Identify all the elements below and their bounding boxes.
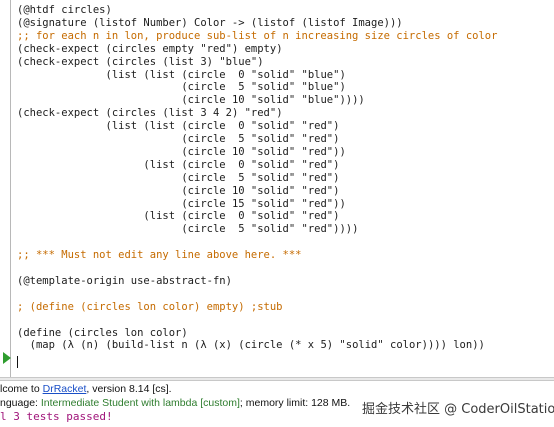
language-line: nguage: Intermediate Student with lambda… — [0, 396, 350, 410]
code-token: ) — [339, 68, 346, 81]
code-token: "solid" — [250, 171, 296, 184]
code-token: (define (circles lon color) — [17, 326, 188, 339]
code-token: (circle — [17, 184, 232, 197]
code-token: 10 — [231, 145, 245, 158]
code-line[interactable]: ; (define (circles lon color) empty) ;st… — [17, 300, 283, 315]
code-token: ) — [206, 55, 220, 68]
code-token: "blue" — [301, 81, 340, 94]
code-token: "red" — [301, 210, 334, 223]
code-token: (list (list (circle — [17, 68, 239, 81]
code-token: 15 — [231, 197, 245, 210]
code-line[interactable]: ;; *** Must not edit any line above here… — [17, 248, 301, 263]
code-token: (list (circle — [17, 210, 239, 223]
code-token: (@template-origin use-abstract-fn) — [17, 274, 232, 287]
code-token: (list (circle — [17, 158, 239, 171]
code-token: ) empty) — [231, 42, 283, 55]
code-token: "blue" — [219, 55, 258, 68]
code-token: "red" — [301, 171, 334, 184]
code-token: "red" — [301, 133, 334, 145]
code-token: 10 — [231, 94, 245, 107]
welcome-line: lcome to DrRacket, version 8.14 [cs]. — [0, 382, 172, 396]
editor-gutter-divider — [10, 0, 11, 378]
code-line[interactable]: (map (λ (n) (build-list n (λ (x) (circle… — [17, 338, 485, 353]
text-cursor — [17, 356, 18, 368]
code-token: (circle — [17, 223, 239, 236]
code-token: "solid" — [250, 210, 296, 223]
code-token: (check-expect (circles (list — [17, 107, 201, 120]
welcome-prefix: lcome to — [0, 383, 43, 395]
code-token: "solid" — [250, 133, 296, 145]
code-token: "solid" — [250, 184, 296, 197]
code-token: "red" — [301, 184, 334, 197]
code-token: ;; *** Must not edit any line above here… — [17, 249, 302, 262]
code-token: "solid" — [250, 68, 296, 81]
code-token: ; (define (circles lon color) empty) ;st… — [17, 300, 283, 313]
code-token: (circle — [17, 81, 239, 94]
code-token: (circle — [17, 94, 232, 107]
code-token: ) — [276, 107, 283, 120]
code-token: )))) — [333, 223, 359, 236]
code-token: ;; for each n in lon, produce sub-list o… — [17, 29, 498, 42]
code-token: ) — [333, 210, 340, 223]
code-token: "solid" — [250, 120, 296, 133]
run-arrow-icon — [3, 352, 11, 364]
code-token: "solid" — [250, 145, 296, 158]
code-token: (check-expect (circles (list — [17, 55, 201, 68]
code-token: (circle — [17, 171, 239, 184]
code-token: ) — [231, 107, 245, 120]
code-token: ) — [333, 120, 340, 133]
code-token: "solid" — [250, 223, 296, 236]
code-token: (@signature (listof Number) Color -> (li… — [17, 16, 403, 29]
code-token: "red" — [301, 158, 334, 171]
code-token: )) — [333, 145, 346, 158]
code-token: "red" — [301, 197, 334, 210]
drracket-link[interactable]: DrRacket — [43, 383, 87, 395]
code-token: ) — [333, 171, 340, 184]
code-token: )))) — [339, 94, 365, 107]
code-token: "red" — [200, 42, 232, 55]
code-token: (@htdf circles) — [17, 4, 112, 16]
code-token: "blue" — [301, 94, 340, 107]
code-token: ) — [333, 184, 340, 197]
code-token: "solid" — [250, 158, 296, 171]
code-token: "red" — [244, 107, 277, 120]
watermark: 掘金技术社区 @ CoderOilStation — [362, 402, 554, 417]
code-token: )) — [333, 197, 346, 210]
code-token: "solid" — [339, 339, 384, 352]
code-token: 10 — [231, 184, 245, 197]
language-prefix: nguage: — [0, 397, 41, 409]
code-token: "blue" — [301, 68, 340, 81]
definitions-editor[interactable]: (@htdf circles) (@signature (listof Numbe… — [0, 0, 554, 378]
code-token: (circle — [17, 197, 232, 210]
code-token: "red" — [301, 120, 334, 133]
code-token: ) — [326, 339, 340, 352]
code-token: (circle — [17, 133, 239, 145]
code-token: "solid" — [250, 197, 296, 210]
code-token: (list (list (circle — [17, 120, 239, 133]
code-line[interactable]: (@template-origin use-abstract-fn) — [17, 274, 232, 289]
memory-limit: ; memory limit: 128 MB. — [239, 397, 351, 409]
code-token: "solid" — [250, 81, 296, 94]
language-name: Intermediate Student with lambda [custom… — [40, 397, 240, 409]
code-token: ) — [333, 133, 340, 145]
welcome-suffix: , version 8.14 [cs]. — [86, 383, 172, 395]
code-token: "red" — [301, 145, 334, 158]
code-token: ) — [257, 55, 264, 68]
code-token: (circle — [17, 145, 232, 158]
tests-passed-message: l 3 tests passed! — [0, 410, 113, 423]
code-line[interactable]: (circle 5 "solid" "red")))) — [17, 222, 358, 237]
code-token: (check-expect (circles empty — [17, 42, 201, 55]
code-token: "solid" — [250, 94, 296, 107]
code-token: 3 4 2 — [200, 107, 232, 120]
code-token: (map (λ (n) (build-list n (λ (x) (circle… — [17, 339, 321, 352]
code-token: ) — [333, 158, 340, 171]
code-token: "red" — [301, 223, 334, 236]
code-token: ) — [339, 81, 346, 94]
code-token: color)))) lon)) — [383, 339, 485, 352]
